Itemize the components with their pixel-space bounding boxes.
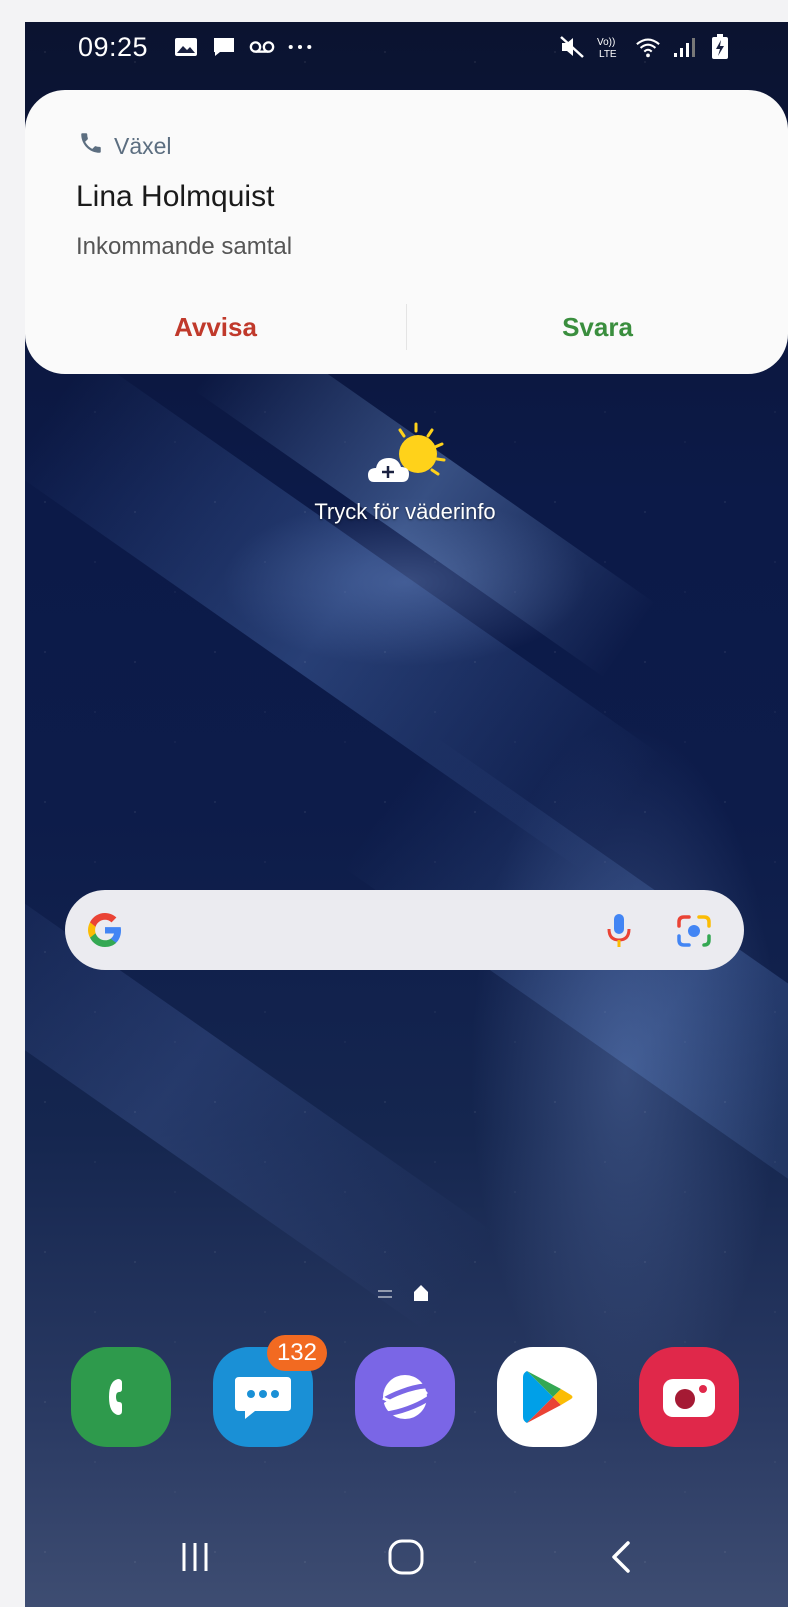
- recents-icon[interactable]: [165, 1532, 225, 1582]
- caller-name: Lina Holmquist: [76, 180, 275, 213]
- google-lens-icon[interactable]: [675, 912, 713, 950]
- notification-app-name: Växel: [114, 132, 172, 159]
- notification-header: Växel: [78, 130, 172, 162]
- weather-label: Tryck för väderinfo: [314, 499, 496, 524]
- voicemail-icon: [249, 34, 275, 60]
- home-page-dot-icon: [413, 1284, 429, 1307]
- home-screen: 09:25 Vo)) LTE Växel Lina Holmquist Inko…: [25, 22, 788, 1607]
- play-store-app[interactable]: [497, 1347, 597, 1447]
- internet-app[interactable]: [355, 1347, 455, 1447]
- decline-button[interactable]: Avvisa: [25, 295, 406, 359]
- incoming-call-notification[interactable]: Växel Lina Holmquist Inkommande samtal A…: [25, 90, 788, 374]
- status-time: 09:25: [78, 32, 149, 62]
- mute-icon: [559, 34, 585, 60]
- call-status: Inkommande samtal: [76, 233, 293, 260]
- wifi-icon: [635, 34, 661, 60]
- screen-recorder-app[interactable]: [639, 1347, 739, 1447]
- chat-icon: [211, 34, 237, 60]
- page-indicator[interactable]: [377, 1284, 429, 1307]
- gallery-icon: [173, 34, 199, 60]
- battery-charging-icon: [707, 34, 733, 60]
- signal-icon: [671, 34, 697, 60]
- mic-icon[interactable]: [602, 912, 636, 950]
- page-list-icon: [377, 1287, 393, 1305]
- google-logo-icon: [85, 910, 125, 950]
- weather-sun-cloud-icon: [360, 422, 450, 497]
- svg-text:LTE: LTE: [599, 49, 617, 60]
- google-search-bar[interactable]: [65, 890, 744, 970]
- volte-lte-icon: Vo)) LTE: [595, 34, 625, 60]
- navigation-bar: [25, 1502, 788, 1607]
- back-icon[interactable]: [591, 1532, 651, 1582]
- weather-widget[interactable]: Tryck för väderinfo: [295, 422, 515, 525]
- more-dots-icon: [287, 34, 313, 60]
- svg-text:Vo)): Vo)): [597, 37, 615, 48]
- call-actions: Avvisa Svara: [25, 295, 788, 359]
- phone-icon: [78, 130, 104, 162]
- status-bar: 09:25 Vo)) LTE: [25, 22, 788, 74]
- accept-button[interactable]: Svara: [407, 295, 788, 359]
- unread-badge: 132: [266, 1335, 327, 1371]
- app-dock: 132: [71, 1335, 741, 1447]
- phone-app[interactable]: [71, 1347, 171, 1447]
- home-icon[interactable]: [376, 1532, 436, 1582]
- messages-app[interactable]: 132: [213, 1335, 327, 1447]
